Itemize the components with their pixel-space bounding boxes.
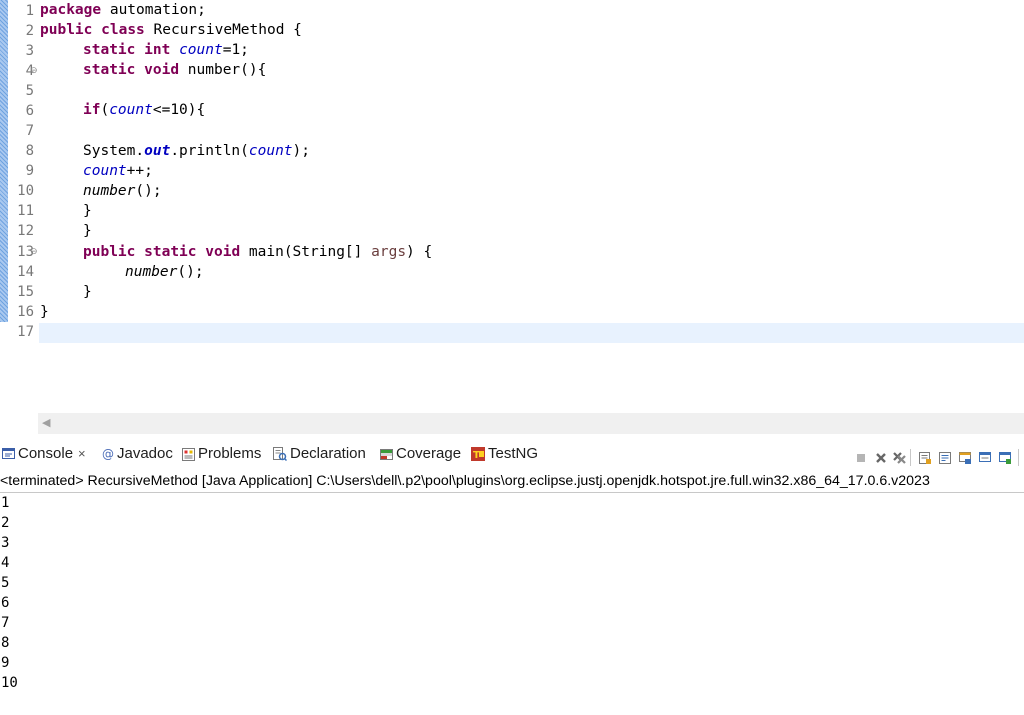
console-output-line: 7 — [1, 615, 10, 631]
code-line: static void number(){ — [83, 62, 267, 78]
line-number: 17 — [17, 324, 34, 340]
remove-all-terminated-icon[interactable] — [892, 451, 906, 465]
line-number: 9 — [25, 163, 34, 179]
line-number: 6 — [25, 103, 34, 119]
change-ruler-bar — [0, 0, 8, 322]
console-output-line: 10 — [1, 675, 18, 691]
console-output-line: 9 — [1, 655, 10, 671]
view-tab-bar: Console × @ Javadoc Problems Declaration C… — [0, 436, 1024, 470]
tab-problems-label: Problems — [198, 445, 262, 462]
console-output-line: 4 — [1, 555, 10, 571]
coverage-icon — [380, 448, 393, 460]
console-output-line: 8 — [1, 635, 10, 651]
code-editor[interactable]: 1 2 3 4 5 6 7 8 9 10 11 12 13 14 15 16 1… — [0, 0, 1024, 412]
line-number: 16 — [17, 304, 34, 320]
line-number: 2 — [25, 23, 34, 39]
tab-javadoc-label: Javadoc — [117, 445, 173, 462]
console-output-line: 6 — [1, 595, 10, 611]
terminate-icon[interactable] — [854, 451, 868, 465]
line-number: 10 — [17, 183, 34, 199]
code-line: package automation; — [40, 2, 206, 18]
line-number: 11 — [17, 203, 34, 219]
code-line: } — [83, 284, 92, 300]
line-number: 12 — [17, 223, 34, 239]
code-line: public class RecursiveMethod { — [40, 22, 302, 38]
pin-console-icon[interactable] — [958, 451, 972, 465]
svg-text:T: T — [473, 450, 480, 461]
console-output-line: 5 — [1, 575, 10, 591]
code-line: System.out.println(count); — [83, 143, 311, 159]
code-line: } — [40, 304, 49, 320]
line-number: 7 — [25, 123, 34, 139]
code-line: } — [83, 203, 92, 219]
problems-icon — [182, 447, 195, 461]
code-line: public static void main(String[] args) { — [83, 244, 433, 260]
tab-declaration-label: Declaration — [290, 445, 366, 462]
tab-declaration[interactable]: Declaration — [273, 443, 366, 465]
display-selected-console-icon[interactable] — [978, 451, 992, 465]
tab-testng-label: TestNG — [488, 445, 539, 462]
word-wrap-icon[interactable] — [938, 451, 952, 465]
current-line-highlight — [39, 323, 1024, 343]
open-console-icon[interactable] — [998, 451, 1012, 465]
console-icon — [2, 448, 15, 460]
code-line: number(); — [125, 264, 204, 280]
scroll-lock-icon[interactable] — [918, 451, 932, 465]
toolbar-separator — [910, 449, 911, 466]
remove-launch-icon[interactable] — [874, 451, 888, 465]
tab-console[interactable]: Console × — [2, 443, 86, 465]
console-output-line: 2 — [1, 515, 10, 531]
line-number: 8 — [25, 143, 34, 159]
tab-coverage-label: Coverage — [396, 445, 462, 462]
line-number: 14 — [17, 264, 34, 280]
javadoc-icon: @ — [102, 447, 114, 462]
tab-javadoc[interactable]: @ Javadoc — [102, 443, 173, 465]
declaration-icon — [273, 447, 287, 462]
line-number: 3 — [25, 43, 34, 59]
toolbar-separator — [1018, 449, 1019, 466]
testng-icon: T — [471, 447, 485, 462]
tab-problems[interactable]: Problems — [182, 443, 261, 465]
line-number: 15 — [17, 284, 34, 300]
line-number: 5 — [25, 83, 34, 99]
code-line: number(); — [83, 183, 162, 199]
console-status-line: <terminated> RecursiveMethod [Java Appli… — [0, 473, 930, 489]
tab-testng[interactable]: T TestNG — [471, 443, 538, 465]
tab-console-label: Console — [18, 445, 74, 462]
code-line: count++; — [83, 163, 153, 179]
code-line: static int count=1; — [83, 42, 249, 58]
console-divider — [0, 492, 1024, 493]
tab-coverage[interactable]: Coverage — [380, 443, 461, 465]
line-number: 1 — [25, 3, 34, 19]
code-line: } — [83, 223, 92, 239]
console-output-line: 1 — [1, 495, 10, 511]
code-line: if(count<=10){ — [83, 102, 206, 118]
console-toolbar — [854, 441, 1024, 466]
console-panel: Console × @ Javadoc Problems Declaration C… — [0, 436, 1024, 715]
collapse-icon[interactable]: ⊖ — [30, 60, 38, 80]
close-icon[interactable]: × — [78, 446, 86, 461]
scroll-left-icon[interactable]: ◀ — [42, 417, 54, 430]
collapse-icon[interactable]: ⊖ — [30, 241, 38, 261]
console-output-line: 3 — [1, 535, 10, 551]
horizontal-scrollbar[interactable]: ◀ — [38, 413, 1024, 434]
